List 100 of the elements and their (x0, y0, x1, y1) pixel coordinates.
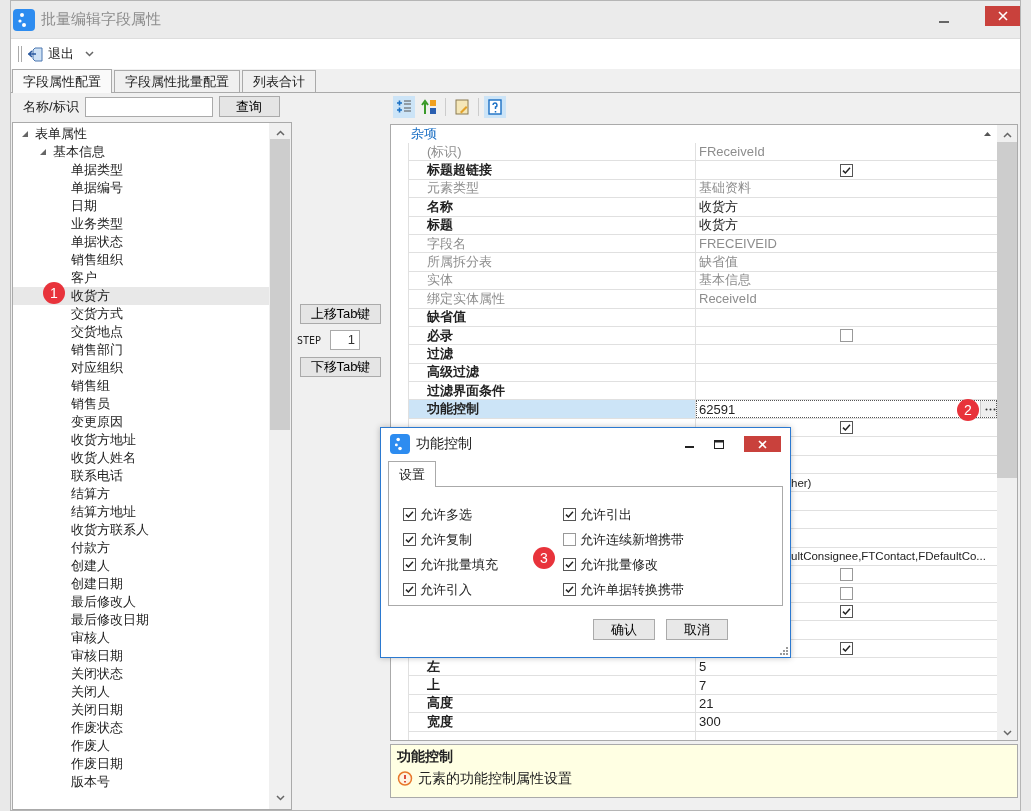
checkbox[interactable] (840, 163, 853, 177)
search-field[interactable] (84, 96, 213, 117)
tree-item[interactable]: 作废状态 (13, 719, 269, 737)
checkbox[interactable] (840, 586, 853, 600)
checkbox[interactable] (563, 558, 576, 571)
window-title: 批量编辑字段属性 (41, 10, 161, 29)
option-label[interactable]: 允许多选 (420, 505, 472, 524)
option-label[interactable]: 允许连续新增携带 (580, 530, 684, 549)
tree-item[interactable]: 结算方地址 (13, 503, 269, 521)
tree-item[interactable]: 联系电话 (13, 467, 269, 485)
ellipsis-button[interactable] (980, 401, 997, 418)
tree-item[interactable]: 单据编号 (13, 179, 269, 197)
property-value[interactable]: 62591 (696, 401, 736, 417)
checkbox[interactable] (840, 329, 853, 343)
checkbox[interactable] (840, 604, 853, 618)
tree-item[interactable]: 日期 (13, 197, 269, 215)
scrollbar-thumb[interactable] (270, 139, 290, 430)
ellipsis-icon (985, 407, 996, 411)
cancel-button[interactable]: 取消 (666, 619, 728, 640)
step-field[interactable]: 1 (330, 330, 361, 350)
option-label[interactable]: 允许复制 (420, 530, 472, 549)
tab[interactable]: 列表合计 (242, 70, 316, 92)
option-label[interactable]: 允许引出 (580, 505, 632, 524)
close-button[interactable] (985, 5, 1020, 26)
property-name: 功能控制 (409, 400, 696, 418)
checkbox[interactable] (840, 568, 853, 582)
tree-item[interactable]: 销售部门 (13, 341, 269, 359)
tab[interactable]: 设置 (388, 461, 436, 487)
tree-item[interactable]: 收货人姓名 (13, 449, 269, 467)
resize-grip-icon[interactable] (780, 647, 788, 655)
tree-item[interactable]: 作废人 (13, 737, 269, 755)
tree-item[interactable]: 表单属性 (13, 125, 269, 143)
tree-item[interactable]: 收货方联系人 (13, 521, 269, 539)
maximize-icon[interactable] (714, 439, 724, 449)
tree-item[interactable]: 交货地点 (13, 323, 269, 341)
property-name: 名称 (409, 198, 696, 216)
tree-item[interactable]: 创建日期 (13, 575, 269, 593)
checkbox[interactable] (563, 583, 576, 596)
tree-item[interactable]: 销售员 (13, 395, 269, 413)
toolbar-button[interactable] (484, 95, 506, 118)
option-label[interactable]: 允许批量修改 (580, 555, 658, 574)
expand-arrow-icon[interactable] (21, 130, 29, 138)
tree-item[interactable]: 关闭状态 (13, 665, 269, 683)
scroll-up-icon[interactable] (275, 130, 285, 136)
scroll-down-icon[interactable] (275, 795, 285, 801)
option-label[interactable]: 允许批量填充 (420, 555, 498, 574)
move-down-button[interactable]: 下移Tab键 (300, 357, 381, 377)
chevron-down-icon[interactable] (85, 51, 94, 57)
move-up-button[interactable]: 上移Tab键 (300, 304, 381, 324)
tree-item[interactable]: 变更原因 (13, 413, 269, 431)
tree-item[interactable]: 收货方地址 (13, 431, 269, 449)
checkbox[interactable] (403, 583, 416, 596)
checkbox[interactable] (403, 533, 416, 546)
checkbox[interactable] (563, 533, 576, 546)
option-label[interactable]: 允许单据转换携带 (580, 580, 684, 599)
tree-item[interactable]: 对应组织 (13, 359, 269, 377)
tree-item[interactable]: 最后修改日期 (13, 611, 269, 629)
tree-item[interactable]: 结算方 (13, 485, 269, 503)
tree-item[interactable]: 销售组 (13, 377, 269, 395)
tree-item[interactable]: 付款方 (13, 539, 269, 557)
tree-item[interactable]: 单据状态 (13, 233, 269, 251)
category-header[interactable]: 杂项 (411, 125, 437, 143)
description-text: 元素的功能控制属性设置 (418, 770, 572, 788)
property-name: 实体 (409, 271, 696, 290)
property-value: FRECEIVEID (698, 236, 777, 252)
exit-icon (27, 45, 44, 63)
close-button[interactable] (744, 436, 781, 452)
scroll-down-icon[interactable] (1002, 730, 1012, 736)
tree-item[interactable]: 最后修改人 (13, 593, 269, 611)
tree-item[interactable]: 销售组织 (13, 251, 269, 269)
tree-item[interactable]: 交货方式 (13, 305, 269, 323)
property-name: 过滤界面条件 (409, 382, 696, 400)
expand-arrow-icon[interactable] (39, 148, 47, 156)
scroll-up-icon[interactable] (1002, 132, 1012, 138)
checkbox[interactable] (840, 641, 853, 655)
tab[interactable]: 字段属性批量配置 (114, 70, 240, 92)
exit-button[interactable]: 退出 (27, 45, 74, 63)
collapse-icon[interactable] (984, 132, 991, 136)
toolbar-button[interactable] (393, 95, 415, 118)
tree-item[interactable]: 作废日期 (13, 755, 269, 773)
tree-item[interactable]: 业务类型 (13, 215, 269, 233)
tree-item[interactable]: 关闭人 (13, 683, 269, 701)
tab[interactable]: 字段属性配置 (12, 69, 112, 93)
confirm-button[interactable]: 确认 (593, 619, 655, 640)
tree-item[interactable]: 创建人 (13, 557, 269, 575)
tree-item[interactable]: 关闭日期 (13, 701, 269, 719)
checkbox[interactable] (403, 558, 416, 571)
property-name: 所属拆分表 (409, 253, 696, 271)
tree-item[interactable]: 审核人 (13, 629, 269, 647)
scrollbar-thumb[interactable] (997, 142, 1017, 478)
checkbox[interactable] (563, 508, 576, 521)
checkbox[interactable] (403, 508, 416, 521)
tree-item[interactable]: 版本号 (13, 773, 269, 791)
search-button[interactable]: 查询 (218, 96, 280, 117)
tree-item[interactable]: 基本信息 (13, 143, 269, 161)
option-label[interactable]: 允许引入 (420, 580, 472, 599)
search-label: 名称/标识 (23, 97, 79, 116)
checkbox[interactable] (840, 421, 853, 435)
tree-item[interactable]: 单据类型 (13, 161, 269, 179)
tree-item[interactable]: 审核日期 (13, 647, 269, 665)
